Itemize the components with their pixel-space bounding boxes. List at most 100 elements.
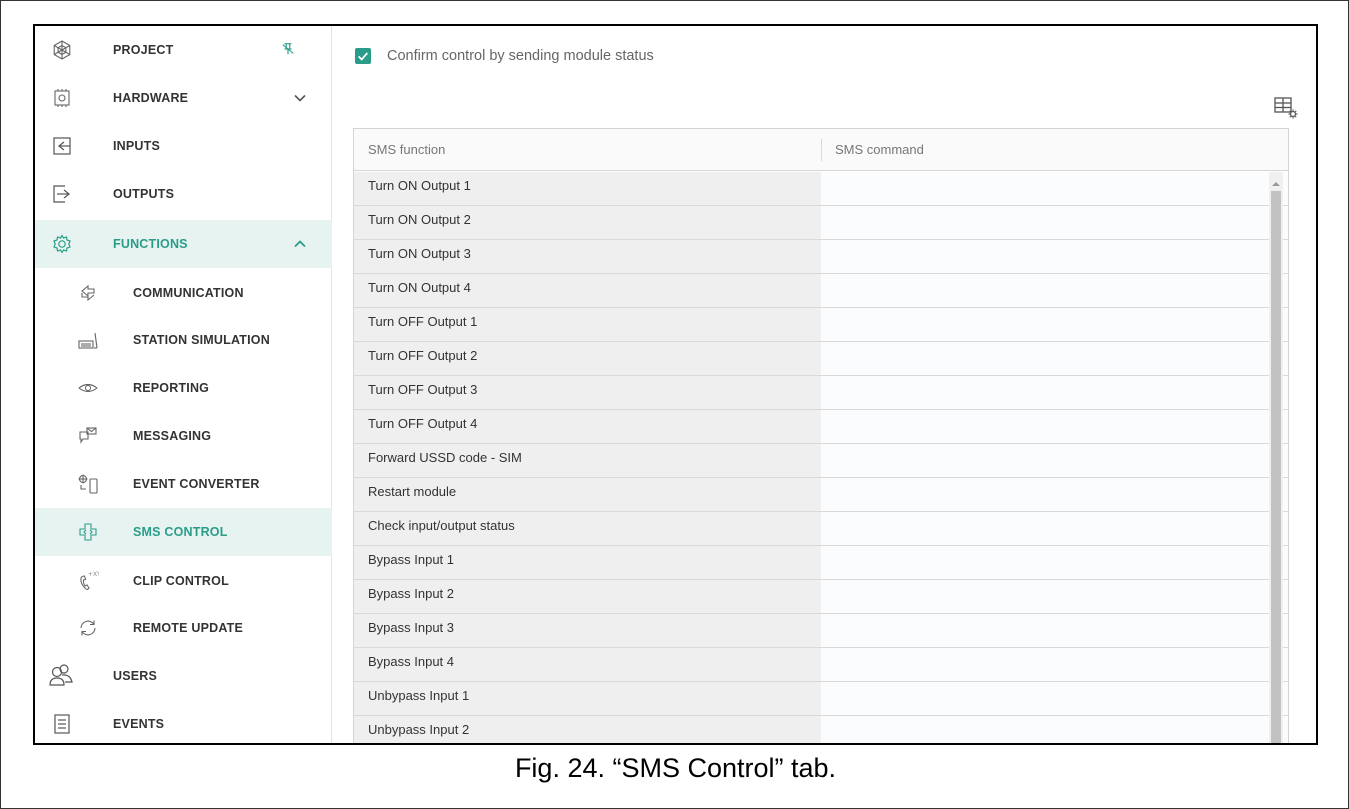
sidebar: PROJECT HARDWARE INPUTS OUTPUTS FUNCTION… [35,26,332,743]
table-row: Bypass Input 1 [354,546,1288,580]
table-row: Forward USSD code - SIM [354,444,1288,478]
svg-text:+XYZ: +XYZ [88,571,99,578]
sms-command-cell[interactable] [821,240,1288,273]
figure-frame: PROJECT HARDWARE INPUTS OUTPUTS FUNCTION… [0,0,1349,809]
sms-function-cell: Bypass Input 4 [354,648,821,681]
sidebar-item-inputs[interactable]: INPUTS [35,122,332,170]
sms-command-cell[interactable] [821,512,1288,545]
sidebar-item-reporting[interactable]: REPORTING [35,364,332,412]
sms-command-cell[interactable] [821,682,1288,715]
sms-function-cell: Check input/output status [354,512,821,545]
sms-command-cell[interactable] [821,648,1288,681]
confirm-control-row[interactable]: Confirm control by sending module status [355,48,654,64]
sms-control-icon [77,521,99,543]
grid-settings-icon[interactable] [1273,95,1299,121]
sidebar-item-label: STATION SIMULATION [133,333,270,347]
sms-command-cell[interactable] [821,342,1288,375]
sidebar-item-label: PROJECT [113,43,174,57]
sidebar-item-label: EVENT CONVERTER [133,477,260,491]
sidebar-item-clip-control[interactable]: +XYZ CLIP CONTROL [35,557,332,605]
sidebar-item-event-converter[interactable]: EVENT CONVERTER [35,460,332,508]
project-icon [51,39,73,61]
sms-function-cell: Turn ON Output 1 [354,172,821,205]
sidebar-item-hardware[interactable]: HARDWARE [35,74,332,122]
sms-command-cell[interactable] [821,308,1288,341]
sidebar-item-label: EVENTS [113,717,165,731]
sms-command-cell[interactable] [821,376,1288,409]
sms-function-cell: Unbypass Input 2 [354,716,821,743]
sidebar-item-label: OUTPUTS [113,187,175,201]
users-icon [48,663,74,689]
sms-function-cell: Unbypass Input 1 [354,682,821,715]
sidebar-item-outputs[interactable]: OUTPUTS [35,170,332,218]
table-row: Turn OFF Output 1 [354,308,1288,342]
sms-control-table: SMS function SMS command Turn ON Output … [353,128,1289,743]
sms-command-cell[interactable] [821,206,1288,239]
clip-control-icon: +XYZ [77,570,99,592]
figure-caption: Fig. 24. “SMS Control” tab. [514,753,837,783]
sidebar-item-label: MESSAGING [133,429,212,443]
sidebar-item-label: INPUTS [113,139,161,153]
sidebar-item-sms-control[interactable]: SMS CONTROL [35,508,332,556]
sidebar-item-events[interactable]: EVENTS [35,700,332,743]
sms-command-cell[interactable] [821,274,1288,307]
table-row: Turn OFF Output 2 [354,342,1288,376]
scrollbar-thumb[interactable] [1271,191,1281,743]
sidebar-item-station-simulation[interactable]: STATION SIMULATION [35,316,332,364]
confirm-checkbox[interactable] [355,48,371,64]
sms-function-cell: Turn OFF Output 3 [354,376,821,409]
table-row: Bypass Input 3 [354,614,1288,648]
sms-function-cell: Bypass Input 2 [354,580,821,613]
sms-command-cell[interactable] [821,614,1288,647]
check-icon [358,52,369,61]
sms-command-cell[interactable] [821,444,1288,477]
sms-function-cell: Turn ON Output 2 [354,206,821,239]
sms-function-cell: Bypass Input 3 [354,614,821,647]
event-converter-icon [77,473,99,495]
sidebar-item-project[interactable]: PROJECT [35,26,332,74]
sidebar-item-messaging[interactable]: MESSAGING [35,412,332,460]
sms-function-cell: Turn ON Output 4 [354,274,821,307]
sms-command-cell[interactable] [821,580,1288,613]
functions-gear-icon [51,233,73,255]
chevron-up-icon[interactable] [293,237,307,251]
events-icon [51,713,73,735]
sidebar-item-label: HARDWARE [113,91,189,105]
messaging-icon [77,425,99,447]
confirm-checkbox-label: Confirm control by sending module status [387,48,654,64]
table-row: Unbypass Input 2 [354,716,1288,743]
sms-command-cell[interactable] [821,478,1288,511]
sms-command-cell[interactable] [821,410,1288,443]
main-panel: Confirm control by sending module status… [333,26,1316,743]
reporting-eye-icon [77,377,99,399]
remote-update-icon [77,617,99,639]
table-row: Bypass Input 2 [354,580,1288,614]
column-header-sms-function[interactable]: SMS function [354,129,445,171]
sms-function-cell: Turn ON Output 3 [354,240,821,273]
column-divider[interactable] [1288,139,1289,161]
sidebar-item-users[interactable]: USERS [35,652,332,700]
pin-icon[interactable] [281,42,297,58]
sms-function-cell: Turn OFF Output 1 [354,308,821,341]
scroll-up-arrow-icon[interactable] [1271,176,1281,186]
sidebar-item-communication[interactable]: COMMUNICATION [35,269,332,317]
sidebar-item-label: REMOTE UPDATE [133,621,244,635]
sms-command-cell[interactable] [821,172,1288,205]
station-simulation-icon [77,329,99,351]
sms-command-cell[interactable] [821,546,1288,579]
sms-function-cell: Bypass Input 1 [354,546,821,579]
sidebar-item-label: CLIP CONTROL [133,574,229,588]
column-header-sms-command[interactable]: SMS command [821,129,924,171]
table-row: Turn ON Output 2 [354,206,1288,240]
sidebar-item-remote-update[interactable]: REMOTE UPDATE [35,604,332,652]
sidebar-item-label: REPORTING [133,381,210,395]
hardware-icon [51,87,73,109]
sms-function-cell: Turn OFF Output 4 [354,410,821,443]
communication-icon [77,282,99,304]
chevron-down-icon[interactable] [293,91,307,105]
sms-command-cell[interactable] [821,716,1288,743]
sidebar-item-label: SMS CONTROL [133,525,228,539]
sidebar-item-functions[interactable]: FUNCTIONS [35,220,332,268]
table-row: Bypass Input 4 [354,648,1288,682]
sidebar-item-label: USERS [113,669,158,683]
